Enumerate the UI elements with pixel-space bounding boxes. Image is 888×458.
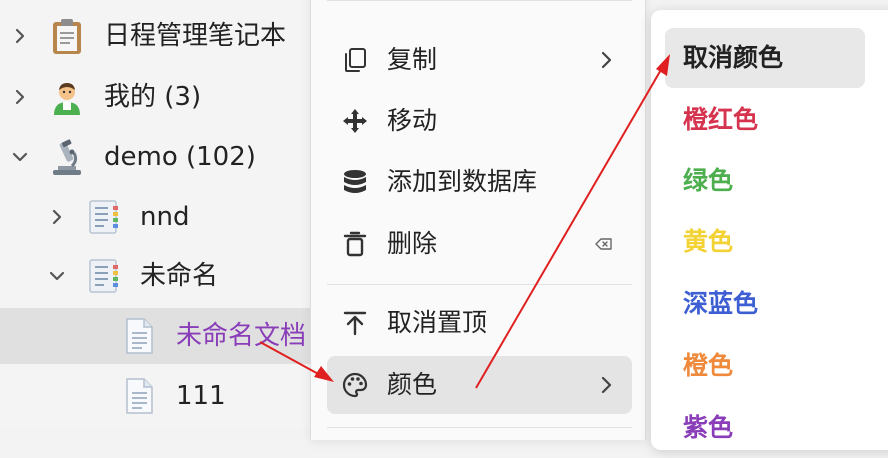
menu-item-label: 颜色 — [387, 370, 438, 399]
color-option-label: 橙红色 — [683, 105, 759, 134]
color-option-purple[interactable]: 紫色 — [665, 398, 865, 458]
menu-item-label: 取消置顶 — [387, 308, 488, 337]
microscope-icon — [50, 138, 84, 176]
copy-icon — [341, 46, 369, 74]
color-option-label: 绿色 — [683, 166, 734, 195]
menu-item-label: 删除 — [387, 229, 438, 258]
tree-item-label: 未命名文档 — [176, 321, 307, 351]
unpin-top-icon — [341, 309, 369, 337]
database-icon — [341, 168, 369, 196]
color-option-label: 紫色 — [683, 413, 734, 442]
chevron-right-icon — [596, 375, 616, 395]
tree-item-schedule-notebook[interactable]: 日程管理笔记本 — [0, 8, 318, 64]
color-option-orange[interactable]: 橙色 — [665, 336, 865, 396]
menu-item-copy[interactable]: 复制 — [327, 31, 632, 89]
color-option-label: 黄色 — [683, 227, 734, 256]
menu-item-label: 添加到数据库 — [387, 167, 538, 196]
tree-item-111[interactable]: 111 — [0, 368, 318, 424]
tree-item-untitled[interactable]: 未命名 — [0, 248, 318, 304]
menu-item-delete[interactable]: 删除 — [327, 215, 632, 273]
chevron-right-icon — [596, 50, 616, 70]
menu-item-label: 移动 — [387, 106, 438, 135]
chevron-down-icon[interactable] — [47, 266, 67, 286]
tree-item-untitled-doc[interactable]: 未命名文档 — [0, 308, 318, 364]
menu-item-move[interactable]: 移动 — [327, 92, 632, 150]
color-option-label: 橙色 — [683, 351, 734, 380]
document-icon — [86, 198, 120, 236]
tree-item-label: 未命名 — [140, 261, 219, 291]
tree-item-label: 我的 (3) — [104, 82, 202, 112]
chevron-right-icon[interactable] — [10, 87, 30, 107]
menu-item-unpin[interactable]: 取消置顶 — [327, 294, 632, 352]
color-option-label: 深蓝色 — [683, 289, 759, 318]
color-option-green[interactable]: 绿色 — [665, 151, 865, 211]
tree-item-label: 日程管理笔记本 — [104, 21, 287, 51]
tree-item-mine[interactable]: 我的 (3) — [0, 69, 318, 125]
notebook-tree: 日程管理笔记本 我的 (3) demo (102) nnd 未命名 未命名文档 … — [0, 0, 318, 428]
clipboard-icon — [50, 17, 84, 55]
color-option-clear[interactable]: 取消颜色 — [665, 28, 865, 88]
chevron-right-icon[interactable] — [10, 26, 30, 46]
menu-separator — [327, 0, 632, 1]
tree-item-label: nnd — [140, 202, 190, 232]
menu-item-color[interactable]: 颜色 — [327, 356, 632, 414]
menu-item-add-to-database[interactable]: 添加到数据库 — [327, 153, 632, 211]
chevron-right-icon[interactable] — [47, 207, 67, 227]
document-icon — [86, 257, 120, 295]
color-option-label: 取消颜色 — [683, 43, 784, 72]
delete-key-icon — [594, 234, 614, 254]
palette-icon — [341, 371, 369, 399]
chevron-down-icon[interactable] — [10, 147, 30, 167]
color-submenu: 取消颜色 橙红色 绿色 黄色 深蓝色 橙色 紫色 — [651, 10, 888, 450]
tree-item-nnd[interactable]: nnd — [0, 189, 318, 245]
file-icon — [122, 317, 156, 355]
color-option-dark-blue[interactable]: 深蓝色 — [665, 274, 865, 334]
color-option-orange-red[interactable]: 橙红色 — [665, 90, 865, 150]
trash-icon — [341, 230, 369, 258]
color-option-yellow[interactable]: 黄色 — [665, 212, 865, 272]
tree-item-label: 111 — [176, 381, 226, 411]
menu-separator — [327, 284, 632, 285]
user-avatar-icon — [50, 78, 84, 116]
menu-item-label: 复制 — [387, 45, 438, 74]
tree-item-label: demo (102) — [104, 142, 256, 172]
context-menu: 复制 移动 添加到数据库 删除 取消置顶 颜色 — [310, 0, 646, 440]
move-icon — [341, 107, 369, 135]
tree-item-demo[interactable]: demo (102) — [0, 129, 318, 185]
file-icon — [122, 377, 156, 415]
